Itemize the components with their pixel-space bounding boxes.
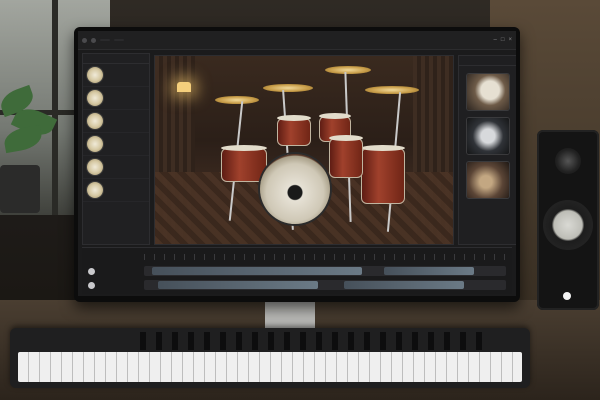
minimize-icon[interactable]: –	[494, 37, 497, 43]
audio-clip[interactable]	[158, 281, 318, 289]
timeline-ruler	[144, 254, 506, 260]
panel-title	[459, 56, 516, 66]
kick-drum[interactable]	[260, 154, 330, 224]
preset-thumbnail[interactable]	[467, 162, 509, 198]
cymbal	[325, 66, 371, 74]
power-led-icon	[563, 292, 571, 300]
cymbal	[365, 86, 419, 94]
preset-browser-panel	[458, 55, 516, 245]
audio-clip[interactable]	[344, 281, 464, 289]
instrument-list-panel	[82, 53, 150, 245]
tweeter-icon	[555, 148, 581, 174]
floor-tom[interactable]	[361, 145, 405, 204]
scene: – □ ×	[0, 0, 600, 400]
lamp-icon	[177, 82, 191, 92]
track-controls	[88, 266, 140, 276]
track-controls	[88, 280, 140, 290]
snare-drum[interactable]	[221, 145, 267, 182]
window-dot-icon[interactable]	[82, 37, 87, 43]
app-window: – □ ×	[78, 31, 516, 296]
midi-keyboard	[10, 328, 530, 388]
drum-kit-viewport[interactable]	[154, 55, 454, 245]
maximize-icon[interactable]: □	[501, 37, 505, 43]
cymbal	[215, 96, 259, 104]
rack-tom[interactable]	[277, 115, 311, 146]
plant-pot	[0, 165, 40, 213]
tab-2[interactable]	[114, 39, 124, 41]
window-frame	[52, 0, 58, 215]
list-item[interactable]	[83, 110, 149, 133]
list-item[interactable]	[83, 64, 149, 87]
cymbal-icon	[87, 90, 103, 106]
audio-clip[interactable]	[152, 267, 362, 275]
monitor-stand	[265, 300, 315, 330]
cymbal-icon	[87, 113, 103, 129]
tab-1[interactable]	[100, 39, 110, 41]
close-icon[interactable]: ×	[508, 37, 512, 43]
panel-title	[83, 54, 149, 64]
timeline	[82, 247, 512, 294]
preset-thumbnail[interactable]	[467, 118, 509, 154]
preset-thumbnail[interactable]	[467, 74, 509, 110]
knob-row	[130, 332, 490, 350]
record-button[interactable]	[88, 281, 95, 289]
window-dot-icon[interactable]	[91, 37, 96, 43]
track-lane[interactable]	[144, 280, 506, 290]
cymbal-icon	[87, 159, 103, 175]
speaker	[537, 130, 599, 310]
monitor: – □ ×	[74, 27, 520, 302]
woofer-icon	[543, 200, 593, 250]
title-bar: – □ ×	[78, 31, 516, 50]
cymbal	[263, 84, 313, 92]
cymbal-icon	[87, 182, 103, 198]
white-keys	[18, 352, 522, 382]
floor-tom[interactable]	[329, 135, 363, 178]
list-item[interactable]	[83, 156, 149, 179]
list-item[interactable]	[83, 133, 149, 156]
cymbal-icon	[87, 67, 103, 83]
list-item[interactable]	[83, 87, 149, 110]
list-item[interactable]	[83, 179, 149, 202]
record-button[interactable]	[88, 267, 95, 275]
audio-clip[interactable]	[384, 267, 474, 275]
cymbal-icon	[87, 136, 103, 152]
track-lane[interactable]	[144, 266, 506, 276]
